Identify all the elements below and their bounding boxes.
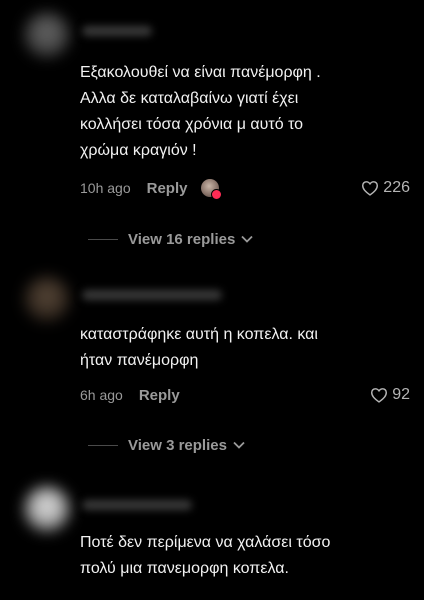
username[interactable] <box>82 290 222 300</box>
heart-outline-icon <box>371 388 388 403</box>
like-button[interactable]: 92 <box>370 386 410 404</box>
chevron-down-icon <box>233 441 245 449</box>
avatar[interactable] <box>24 486 70 532</box>
view-replies-button[interactable]: View 3 replies <box>88 435 245 455</box>
username[interactable] <box>82 500 192 510</box>
like-count: 226 <box>383 179 410 196</box>
comment-text: καταστράφηκε αυτή η κοπελα. και ήταν παν… <box>80 326 318 369</box>
comment-text: Εξακολουθεί να είναι πανέμορφη . Αλλα δε… <box>80 64 321 159</box>
comment-meta: 6h ago Reply 92 <box>80 384 410 406</box>
creator-liked-avatar <box>201 179 223 200</box>
divider-line <box>88 238 118 240</box>
divider-line <box>88 444 118 446</box>
like-button[interactable]: 226 <box>361 179 410 197</box>
comment-text: Ποτέ δεν περίμενα να χαλάσει τόσο πολύ μ… <box>80 534 331 577</box>
comment-meta: 10h ago Reply 226 <box>80 177 410 200</box>
heart-badge-icon <box>211 189 223 200</box>
reply-button[interactable]: Reply <box>147 180 188 197</box>
like-count: 92 <box>392 386 410 403</box>
reply-button[interactable]: Reply <box>139 387 180 404</box>
view-replies-label: View 3 replies <box>128 436 227 454</box>
view-replies-label: View 16 replies <box>128 230 236 248</box>
chevron-down-icon <box>241 235 253 243</box>
avatar[interactable] <box>24 276 70 322</box>
heart-outline-icon <box>362 181 379 196</box>
username[interactable] <box>82 26 152 36</box>
timestamp: 6h ago <box>80 387 123 403</box>
view-replies-button[interactable]: View 16 replies <box>88 229 253 249</box>
avatar[interactable] <box>24 12 70 58</box>
timestamp: 10h ago <box>80 180 131 196</box>
